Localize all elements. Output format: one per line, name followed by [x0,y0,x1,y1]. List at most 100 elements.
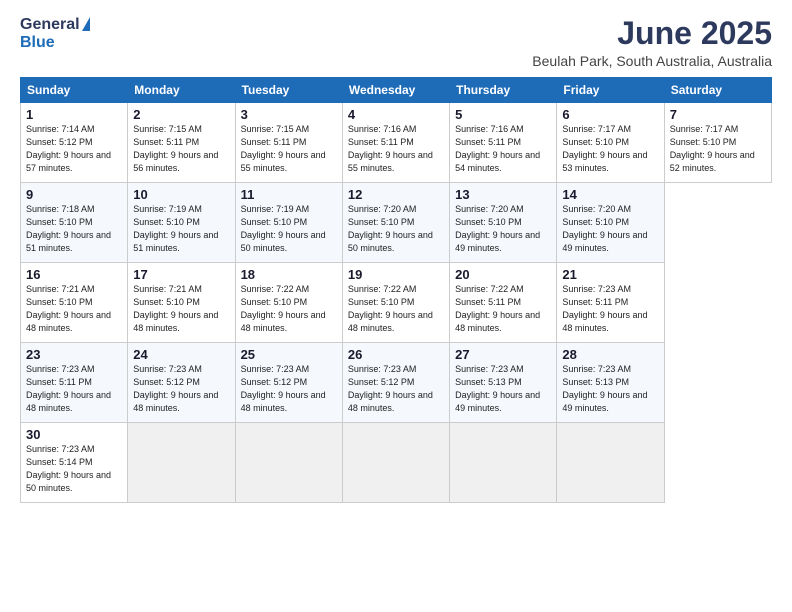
day-info: Sunrise: 7:16 AMSunset: 5:11 PMDaylight:… [455,123,551,175]
calendar-cell: 12 Sunrise: 7:20 AMSunset: 5:10 PMDaylig… [342,183,449,263]
calendar-cell: 19 Sunrise: 7:22 AMSunset: 5:10 PMDaylig… [342,263,449,343]
day-number: 23 [26,347,122,362]
day-info: Sunrise: 7:22 AMSunset: 5:10 PMDaylight:… [241,283,337,335]
day-info: Sunrise: 7:20 AMSunset: 5:10 PMDaylight:… [455,203,551,255]
day-info: Sunrise: 7:23 AMSunset: 5:12 PMDaylight:… [133,363,229,415]
day-number: 28 [562,347,658,362]
day-info: Sunrise: 7:18 AMSunset: 5:10 PMDaylight:… [26,203,122,255]
calendar-cell [342,423,449,503]
day-number: 3 [241,107,337,122]
calendar-cell: 13 Sunrise: 7:20 AMSunset: 5:10 PMDaylig… [450,183,557,263]
day-info: Sunrise: 7:23 AMSunset: 5:14 PMDaylight:… [26,443,122,495]
week-row-3: 16 Sunrise: 7:21 AMSunset: 5:10 PMDaylig… [21,263,772,343]
day-number: 9 [26,187,122,202]
col-header-friday: Friday [557,78,664,103]
week-row-2: 9 Sunrise: 7:18 AMSunset: 5:10 PMDayligh… [21,183,772,263]
calendar-cell [128,423,235,503]
calendar-cell [557,423,664,503]
calendar-cell: 18 Sunrise: 7:22 AMSunset: 5:10 PMDaylig… [235,263,342,343]
calendar-cell: 17 Sunrise: 7:21 AMSunset: 5:10 PMDaylig… [128,263,235,343]
calendar-cell [235,423,342,503]
day-number: 21 [562,267,658,282]
day-number: 18 [241,267,337,282]
calendar-cell: 24 Sunrise: 7:23 AMSunset: 5:12 PMDaylig… [128,343,235,423]
day-info: Sunrise: 7:23 AMSunset: 5:12 PMDaylight:… [241,363,337,415]
page: General Blue June 2025 Beulah Park, Sout… [0,0,792,612]
day-info: Sunrise: 7:15 AMSunset: 5:11 PMDaylight:… [241,123,337,175]
day-number: 27 [455,347,551,362]
calendar-cell: 28 Sunrise: 7:23 AMSunset: 5:13 PMDaylig… [557,343,664,423]
calendar-cell: 14 Sunrise: 7:20 AMSunset: 5:10 PMDaylig… [557,183,664,263]
day-number: 30 [26,427,122,442]
calendar-cell: 6 Sunrise: 7:17 AMSunset: 5:10 PMDayligh… [557,103,664,183]
col-header-wednesday: Wednesday [342,78,449,103]
calendar-cell: 5 Sunrise: 7:16 AMSunset: 5:11 PMDayligh… [450,103,557,183]
day-info: Sunrise: 7:22 AMSunset: 5:10 PMDaylight:… [348,283,444,335]
day-number: 7 [670,107,766,122]
day-number: 10 [133,187,229,202]
calendar-cell: 16 Sunrise: 7:21 AMSunset: 5:10 PMDaylig… [21,263,128,343]
col-header-monday: Monday [128,78,235,103]
logo-text: General [20,16,90,34]
day-number: 20 [455,267,551,282]
day-number: 12 [348,187,444,202]
logo-icon [82,17,90,31]
day-number: 16 [26,267,122,282]
day-info: Sunrise: 7:19 AMSunset: 5:10 PMDaylight:… [133,203,229,255]
calendar-header-row: SundayMondayTuesdayWednesdayThursdayFrid… [21,78,772,103]
logo-blue: Blue [20,34,55,52]
day-number: 25 [241,347,337,362]
day-number: 11 [241,187,337,202]
calendar-cell: 21 Sunrise: 7:23 AMSunset: 5:11 PMDaylig… [557,263,664,343]
calendar-cell: 20 Sunrise: 7:22 AMSunset: 5:11 PMDaylig… [450,263,557,343]
day-info: Sunrise: 7:23 AMSunset: 5:11 PMDaylight:… [26,363,122,415]
location: Beulah Park, South Australia, Australia [532,53,772,69]
col-header-saturday: Saturday [664,78,771,103]
day-number: 5 [455,107,551,122]
calendar-cell [450,423,557,503]
calendar-cell: 2 Sunrise: 7:15 AMSunset: 5:11 PMDayligh… [128,103,235,183]
week-row-5: 30 Sunrise: 7:23 AMSunset: 5:14 PMDaylig… [21,423,772,503]
day-info: Sunrise: 7:16 AMSunset: 5:11 PMDaylight:… [348,123,444,175]
day-info: Sunrise: 7:17 AMSunset: 5:10 PMDaylight:… [670,123,766,175]
day-number: 6 [562,107,658,122]
day-info: Sunrise: 7:23 AMSunset: 5:13 PMDaylight:… [455,363,551,415]
col-header-sunday: Sunday [21,78,128,103]
day-number: 24 [133,347,229,362]
day-number: 14 [562,187,658,202]
calendar-cell: 26 Sunrise: 7:23 AMSunset: 5:12 PMDaylig… [342,343,449,423]
calendar-cell: 3 Sunrise: 7:15 AMSunset: 5:11 PMDayligh… [235,103,342,183]
day-number: 26 [348,347,444,362]
day-number: 19 [348,267,444,282]
calendar-cell: 25 Sunrise: 7:23 AMSunset: 5:12 PMDaylig… [235,343,342,423]
day-info: Sunrise: 7:23 AMSunset: 5:13 PMDaylight:… [562,363,658,415]
logo: General Blue [20,16,90,52]
calendar-cell: 9 Sunrise: 7:18 AMSunset: 5:10 PMDayligh… [21,183,128,263]
day-number: 13 [455,187,551,202]
logo-general: General [20,16,80,34]
col-header-tuesday: Tuesday [235,78,342,103]
day-info: Sunrise: 7:23 AMSunset: 5:12 PMDaylight:… [348,363,444,415]
day-info: Sunrise: 7:21 AMSunset: 5:10 PMDaylight:… [133,283,229,335]
calendar: SundayMondayTuesdayWednesdayThursdayFrid… [20,77,772,503]
week-row-1: 1 Sunrise: 7:14 AMSunset: 5:12 PMDayligh… [21,103,772,183]
day-info: Sunrise: 7:20 AMSunset: 5:10 PMDaylight:… [348,203,444,255]
calendar-cell: 23 Sunrise: 7:23 AMSunset: 5:11 PMDaylig… [21,343,128,423]
day-info: Sunrise: 7:23 AMSunset: 5:11 PMDaylight:… [562,283,658,335]
day-number: 4 [348,107,444,122]
calendar-cell: 10 Sunrise: 7:19 AMSunset: 5:10 PMDaylig… [128,183,235,263]
month-title: June 2025 [532,16,772,51]
day-info: Sunrise: 7:14 AMSunset: 5:12 PMDaylight:… [26,123,122,175]
day-info: Sunrise: 7:19 AMSunset: 5:10 PMDaylight:… [241,203,337,255]
calendar-cell: 11 Sunrise: 7:19 AMSunset: 5:10 PMDaylig… [235,183,342,263]
day-number: 1 [26,107,122,122]
day-info: Sunrise: 7:22 AMSunset: 5:11 PMDaylight:… [455,283,551,335]
title-block: June 2025 Beulah Park, South Australia, … [532,16,772,69]
day-number: 17 [133,267,229,282]
day-info: Sunrise: 7:17 AMSunset: 5:10 PMDaylight:… [562,123,658,175]
week-row-4: 23 Sunrise: 7:23 AMSunset: 5:11 PMDaylig… [21,343,772,423]
day-info: Sunrise: 7:20 AMSunset: 5:10 PMDaylight:… [562,203,658,255]
day-info: Sunrise: 7:15 AMSunset: 5:11 PMDaylight:… [133,123,229,175]
col-header-thursday: Thursday [450,78,557,103]
calendar-cell: 1 Sunrise: 7:14 AMSunset: 5:12 PMDayligh… [21,103,128,183]
